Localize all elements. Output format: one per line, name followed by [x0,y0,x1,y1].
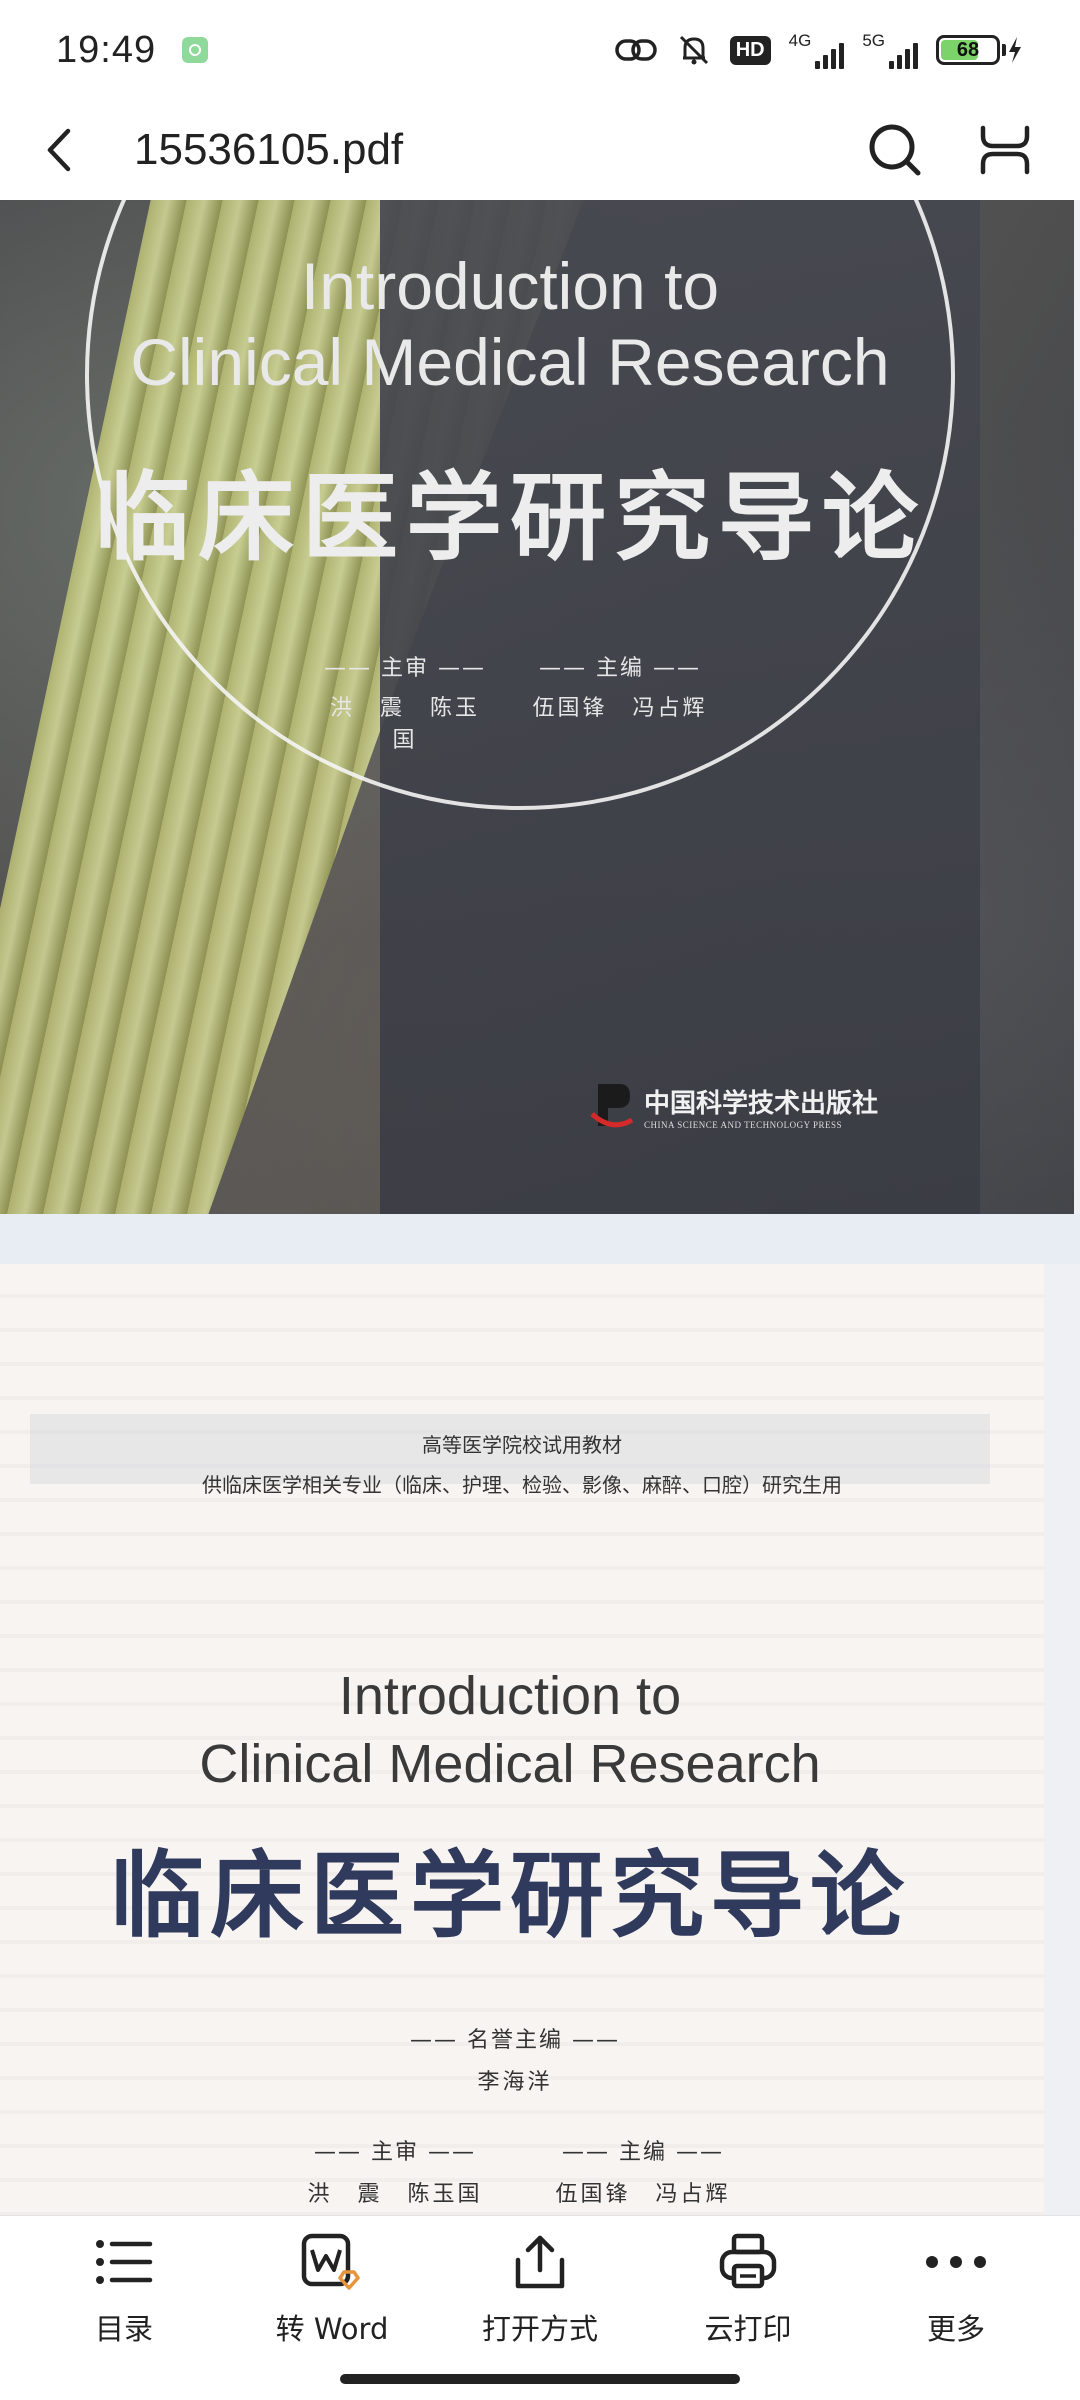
title-page-editors-names: 伍国锋 冯占辉 [555,2182,731,2207]
hd-badge: HD [729,35,771,65]
title-page-reviewers: —— 主审 —— 洪 震 陈玉国 [300,2134,490,2208]
title-page-editors: —— 主编 —— 伍国锋 冯占辉 [548,2134,738,2208]
back-button[interactable] [40,110,120,190]
more-icon [924,2230,988,2294]
title-page-english-line1: Introduction to [338,1666,682,1726]
honorary-editor: —— 名誉主编 —— 李海洋 [400,2022,630,2096]
cover-reviewers-role: —— 主审 —— [324,656,486,681]
title-page-reviewers-names: 洪 震 陈玉国 [307,2182,483,2207]
signal-4g-label: 4G [788,31,812,50]
title-page-chinese-title: 临床医学研究导论 [109,1841,910,1951]
reading-mode-button[interactable] [970,115,1040,185]
printer-icon [716,2230,780,2294]
cover-reviewers: —— 主审 —— 洪 震 陈玉国 [320,650,490,754]
publisher-logo-icon [590,1084,634,1128]
signal-5g: 5G [862,31,918,69]
share-icon [508,2230,572,2294]
pdf-page-title: 高等医学院校试用教材 供临床医学相关专业（临床、护理、检验、影像、麻醉、口腔）研… [0,1264,1044,2215]
signal-4g: 4G [789,31,845,69]
title-bar: 15536105.pdf [0,100,1080,200]
chevron-left-icon [47,128,71,172]
list-icon [92,2230,156,2294]
open-with-label: 打开方式 [481,2312,598,2346]
honorary-editor-name: 李海洋 [477,2070,553,2095]
signal-4g-bars-icon [815,39,845,69]
page-separator [0,1214,1080,1264]
mute-bell-icon [676,32,712,68]
cover-editors-names: 伍国锋 冯占辉 [532,696,708,721]
cover-editors-role: —— 主编 —— [539,656,701,681]
search-icon [869,124,921,176]
charging-bolt-icon [1009,37,1021,63]
audience-label: 供临床医学相关专业（临床、护理、检验、影像、麻醉、口腔）研究生用 [202,1473,842,1497]
honorary-editor-role: —— 名誉主编 —— [410,2028,620,2053]
signal-5g-bars-icon [889,39,918,69]
title-page-reviewers-role: —— 主审 —— [314,2140,476,2165]
publisher-chinese-name: 中国科学技术出版社 [644,1088,879,1119]
status-bar: 19:49 HD 4G 5G 68 [0,0,1080,100]
battery-percent: 68 [956,38,980,61]
app-notification-icon [182,37,209,63]
cloud-print-button[interactable]: 云打印 [648,2230,848,2348]
home-indicator[interactable] [340,2374,740,2384]
more-button[interactable]: 更多 [856,2230,1056,2348]
cover-reviewers-names: 洪 震 陈玉国 [329,696,480,753]
convert-word-icon [300,2230,364,2294]
bottom-toolbar: 目录 转 Word 打开方式 云打印 更多 [0,2215,1080,2400]
cover-chinese-title: 临床医学研究导论 [94,461,926,574]
more-label: 更多 [926,2312,985,2346]
battery-indicator: 68 [936,35,1024,65]
title-page-english-line2: Clinical Medical Research [199,1734,821,1794]
status-time: 19:49 [56,28,157,71]
publisher-block: 中国科学技术出版社 CHINA SCIENCE AND TECHNOLOGY P… [590,1080,878,1132]
search-button[interactable] [860,115,930,185]
reading-mode-icon [980,125,1030,175]
cloud-print-label: 云打印 [704,2312,792,2346]
convert-word-button[interactable]: 转 Word [232,2230,432,2348]
status-icons: HD 4G 5G 68 [614,31,1024,69]
title-page-editors-role: —— 主编 —— [562,2140,724,2165]
cover-editors: —— 主编 —— 伍国锋 冯占辉 [530,650,710,722]
convert-word-label: 转 Word [275,2312,389,2346]
toc-label: 目录 [94,2312,153,2346]
pdf-page-cover: Introduction to Clinical Medical Researc… [0,200,1074,1214]
link-icon [614,35,658,65]
cover-english-title-line1: Introduction to [300,249,720,323]
publisher-english-name: CHINA SCIENCE AND TECHNOLOGY PRESS [644,1119,843,1130]
pdf-viewer[interactable]: Introduction to Clinical Medical Researc… [0,200,1080,2215]
cover-english-title-line2: Clinical Medical Research [130,325,890,399]
document-title: 15536105.pdf [134,125,404,174]
signal-5g-label: 5G [862,31,885,50]
series-label: 高等医学院校试用教材 [422,1433,622,1457]
battery-icon: 68 [936,35,1000,65]
toc-button[interactable]: 目录 [24,2230,224,2348]
open-with-button[interactable]: 打开方式 [440,2230,640,2348]
